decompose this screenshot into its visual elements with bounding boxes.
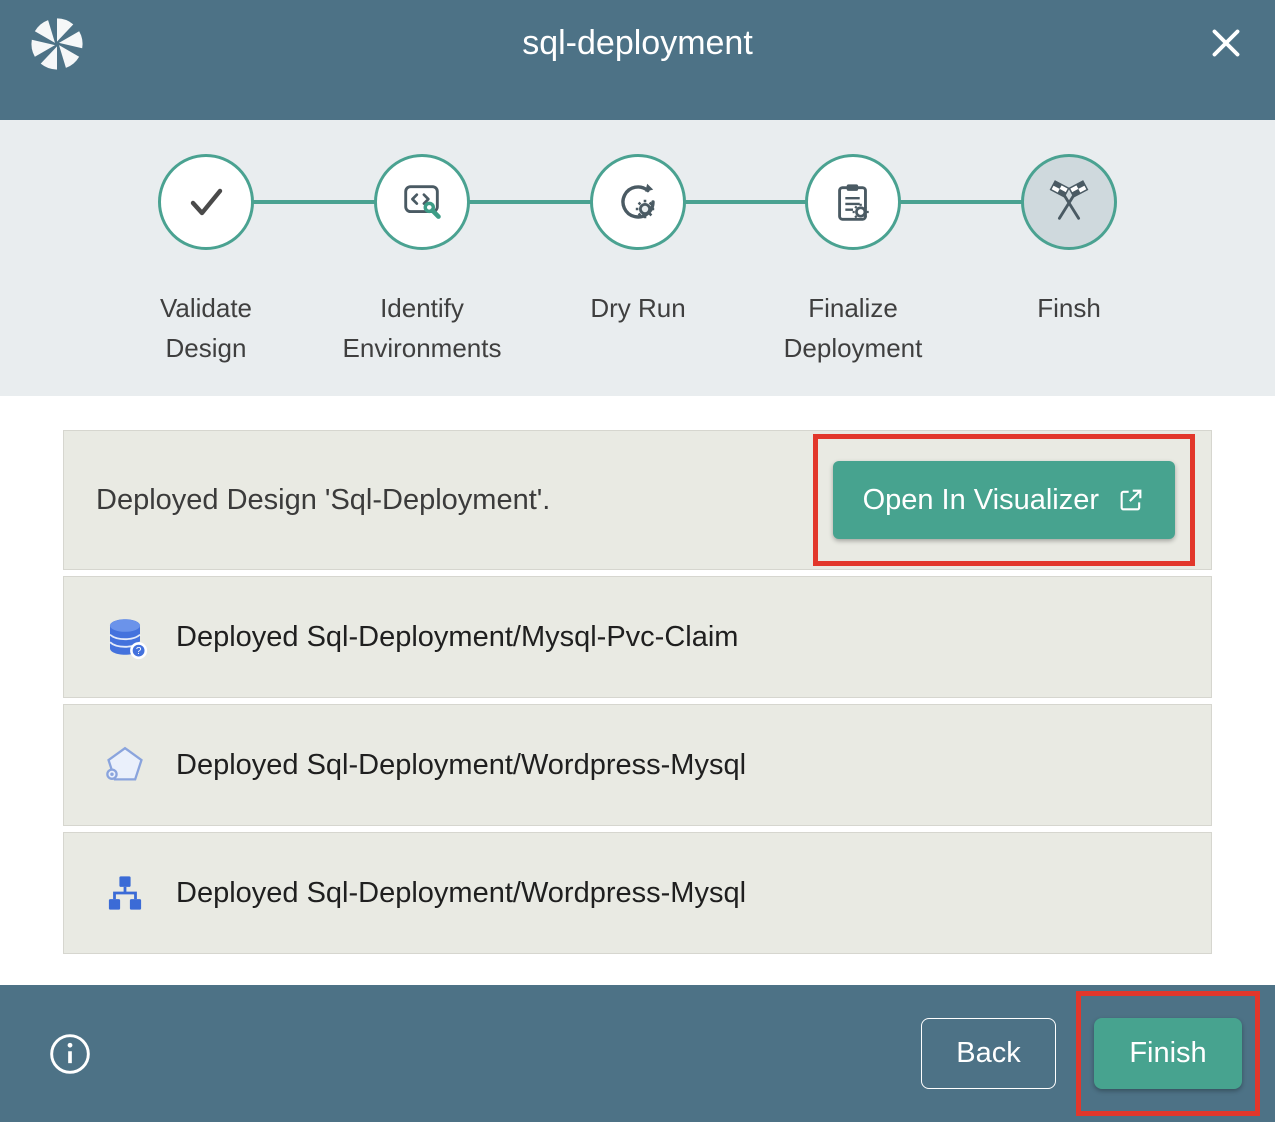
step-finish[interactable] [1021,154,1117,250]
step-label-validate-design: Validate Design [86,288,326,368]
deployed-item-text: Deployed Sql-Deployment/Mysql-Pvc-Claim [176,621,738,654]
open-in-visualizer-label: Open In Visualizer [863,484,1099,517]
back-button[interactable]: Back [921,1018,1056,1089]
step-identify-environments[interactable] [374,154,470,250]
highlight-box-visualizer: Open In Visualizer [813,434,1195,566]
step-dry-run[interactable] [590,154,686,250]
deployment-result-row: Deployed Design 'Sql-Deployment'. Open I… [63,430,1212,570]
dry-run-refresh-gear-icon [614,178,662,226]
finish-button[interactable]: Finish [1094,1018,1242,1089]
modal-footer: Back Finish [0,985,1275,1122]
open-in-visualizer-button[interactable]: Open In Visualizer [833,461,1175,539]
application-pentagon-icon [100,740,150,790]
step-label-finalize-deployment: Finalize Deployment [733,288,973,368]
deployment-results: Deployed Design 'Sql-Deployment'. Open I… [0,396,1275,985]
step-finalize-deployment[interactable] [805,154,901,250]
deployed-design-text: Deployed Design 'Sql-Deployment'. [96,484,550,517]
deployment-modal: sql-deployment Validate Design [0,0,1275,1122]
deployed-item-row: Deployed Sql-Deployment/Wordpress-Mysql [63,832,1212,954]
deployed-item-row: ? Deployed Sql-Deployment/Mysql-Pvc-Clai… [63,576,1212,698]
step-validate-design[interactable] [158,154,254,250]
hierarchy-icon [100,868,150,918]
modal-title: sql-deployment [522,24,753,63]
close-icon[interactable] [1203,20,1249,66]
database-icon: ? [100,612,150,662]
meshery-logo-icon [26,13,88,75]
highlight-box-finish: Finish [1076,991,1260,1116]
info-icon[interactable] [48,1032,92,1076]
step-label-finish: Finsh [949,288,1189,328]
deployed-item-text: Deployed Sql-Deployment/Wordpress-Mysql [176,877,746,910]
deployed-item-text: Deployed Sql-Deployment/Wordpress-Mysql [176,749,746,782]
stepper: Validate Design Identify Environments [0,120,1275,396]
deployed-item-row: Deployed Sql-Deployment/Wordpress-Mysql [63,704,1212,826]
step-label-identify-environments: Identify Environments [302,288,542,368]
checkered-flags-icon [1046,179,1092,225]
modal-header: sql-deployment [0,0,1275,120]
step-label-dry-run: Dry Run [518,288,758,328]
code-environment-icon [399,179,445,225]
clipboard-gear-icon [830,179,876,225]
external-link-icon [1117,486,1145,514]
check-icon [182,178,230,226]
svg-text:?: ? [136,646,142,657]
